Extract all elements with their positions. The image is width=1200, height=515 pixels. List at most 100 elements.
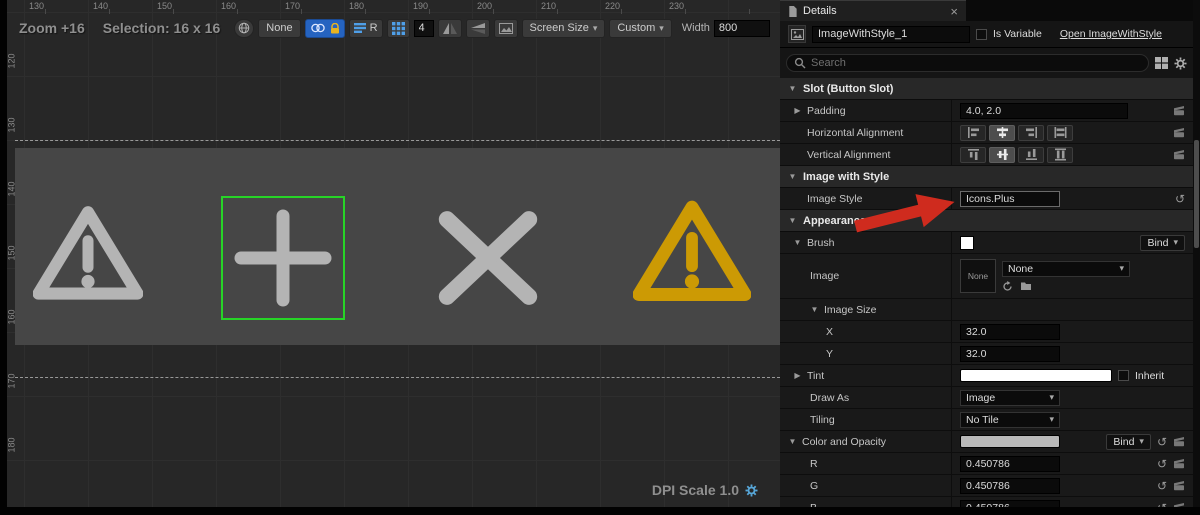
image-size-x-input[interactable] bbox=[960, 323, 1060, 340]
list-icon bbox=[353, 23, 366, 33]
width-label: Width bbox=[681, 22, 710, 34]
designer-viewport[interactable]: 130 140 150 160 170 180 190 200 210 220 … bbox=[7, 0, 780, 508]
keyframe-icon[interactable] bbox=[1173, 105, 1185, 116]
flags-none-button[interactable]: None bbox=[258, 18, 301, 38]
browse-to-asset-icon[interactable] bbox=[1020, 281, 1032, 291]
use-selected-asset-icon[interactable] bbox=[1002, 280, 1013, 292]
close-icon[interactable]: × bbox=[950, 5, 958, 18]
color-g-input[interactable] bbox=[960, 477, 1060, 494]
valign-bottom-button[interactable] bbox=[1018, 146, 1044, 163]
image-size-label: Image Size bbox=[824, 303, 877, 316]
asset-picker-dropdown[interactable]: None ▾ bbox=[1002, 260, 1130, 277]
custom-dropdown[interactable]: Custom ▾ bbox=[609, 18, 672, 38]
details-scrollbar-thumb[interactable] bbox=[1194, 140, 1199, 248]
grid-snap-button[interactable] bbox=[386, 18, 410, 38]
ruler-top-label: 200 bbox=[477, 1, 493, 11]
widget-name-input[interactable] bbox=[812, 25, 970, 43]
expander-open-icon[interactable]: ▼ bbox=[810, 305, 819, 314]
valign-label: Vertical Alignment bbox=[807, 148, 891, 161]
keyframe-icon[interactable] bbox=[1173, 458, 1185, 469]
tint-color-bar[interactable] bbox=[960, 369, 1112, 382]
category-image-with-style-header[interactable]: ▼ Image with Style bbox=[780, 166, 1193, 188]
localization-preview-button[interactable] bbox=[234, 18, 255, 38]
draw-as-dropdown[interactable]: Image ▾ bbox=[960, 389, 1060, 406]
designer-toolbar: Zoom +16 Selection: 16 x 16 None R 4 Scr… bbox=[19, 16, 780, 40]
image-style-input[interactable] bbox=[960, 190, 1060, 207]
expander-open-icon[interactable]: ▼ bbox=[788, 437, 797, 446]
asset-thumbnail[interactable]: None bbox=[960, 259, 996, 293]
plus-image-widget-selected[interactable] bbox=[233, 208, 333, 308]
flip-vertical-button[interactable] bbox=[465, 18, 490, 38]
expander-open-icon[interactable]: ▼ bbox=[788, 172, 797, 181]
grid-icon bbox=[391, 21, 405, 35]
color-r-input[interactable] bbox=[960, 455, 1060, 472]
valign-fill-button[interactable] bbox=[1047, 146, 1073, 163]
search-input[interactable] bbox=[811, 57, 1141, 69]
halign-center-button[interactable] bbox=[989, 124, 1015, 141]
is-variable-checkbox[interactable] bbox=[976, 28, 987, 40]
expander-closed-icon[interactable]: ▶ bbox=[793, 106, 802, 115]
reset-to-default-icon[interactable]: ↺ bbox=[1157, 480, 1167, 492]
keyframe-icon[interactable] bbox=[1173, 127, 1185, 138]
image-size-x-row: X bbox=[780, 321, 1193, 343]
keyframe-icon[interactable] bbox=[1173, 480, 1185, 491]
tab-details[interactable]: Details × bbox=[780, 0, 966, 21]
halign-left-button[interactable] bbox=[960, 124, 986, 141]
halign-fill-button[interactable] bbox=[1047, 124, 1073, 141]
search-box[interactable] bbox=[786, 54, 1149, 72]
reset-to-default-icon[interactable]: ↺ bbox=[1157, 436, 1167, 448]
zoom-label: Zoom +16 bbox=[19, 20, 85, 36]
r-label: R bbox=[810, 457, 818, 470]
image-label: Image bbox=[810, 270, 840, 282]
display-options-icon[interactable] bbox=[1155, 57, 1168, 69]
expander-open-icon[interactable]: ▼ bbox=[788, 216, 797, 225]
gear-icon[interactable] bbox=[745, 484, 758, 497]
image-style-row: Image Style ↺ bbox=[780, 188, 1193, 210]
tint-label: Tint bbox=[807, 369, 825, 382]
open-imagewithstyle-link[interactable]: Open ImageWithStyle bbox=[1060, 28, 1162, 40]
color-and-opacity-swatch[interactable] bbox=[960, 435, 1060, 448]
keyframe-icon[interactable] bbox=[1173, 436, 1185, 447]
brush-color-swatch[interactable] bbox=[960, 235, 974, 250]
category-appearance-header[interactable]: ▼ Appearance bbox=[780, 210, 1193, 232]
preview-image-button[interactable] bbox=[493, 18, 518, 38]
screen-size-dropdown[interactable]: Screen Size ▾ bbox=[521, 18, 606, 38]
align-top-icon bbox=[967, 149, 979, 160]
width-input[interactable] bbox=[713, 19, 770, 37]
grid-snap-size-input[interactable] bbox=[413, 19, 434, 37]
details-scrollbar-track[interactable] bbox=[1193, 0, 1200, 508]
halign-right-button[interactable] bbox=[1018, 124, 1044, 141]
reset-to-default-icon[interactable]: ↺ bbox=[1157, 458, 1167, 470]
image-size-y-input[interactable] bbox=[960, 345, 1060, 362]
ruler-top-label: 140 bbox=[93, 1, 109, 11]
x-label: X bbox=[826, 325, 834, 338]
halign-button-group bbox=[960, 124, 1073, 141]
annotation-arrow bbox=[854, 194, 955, 233]
valign-center-button[interactable] bbox=[989, 146, 1015, 163]
valign-button-group bbox=[960, 146, 1073, 163]
settings-gear-icon[interactable] bbox=[1174, 57, 1187, 70]
cross-image-widget[interactable] bbox=[429, 210, 547, 306]
brush-bind-button[interactable]: Bind ▾ bbox=[1140, 234, 1185, 251]
category-slot-header[interactable]: ▼ Slot (Button Slot) bbox=[780, 78, 1193, 100]
color-r-row: R ↺ bbox=[780, 453, 1193, 475]
inherit-checkbox[interactable] bbox=[1118, 370, 1129, 381]
expander-open-icon[interactable]: ▼ bbox=[793, 238, 802, 247]
valign-top-button[interactable] bbox=[960, 146, 986, 163]
tiling-dropdown[interactable]: No Tile ▾ bbox=[960, 411, 1060, 428]
ruler-horizontal: 130 140 150 160 170 180 190 200 210 220 … bbox=[21, 0, 780, 14]
flip-horizontal-icon bbox=[442, 22, 457, 34]
reset-to-default-icon[interactable]: ↺ bbox=[1175, 193, 1185, 205]
color-bind-button[interactable]: Bind ▾ bbox=[1106, 433, 1151, 450]
warning-yellow-image-widget[interactable] bbox=[633, 196, 751, 308]
rulers-toggle-button[interactable]: R bbox=[348, 18, 383, 38]
padding-input[interactable] bbox=[960, 102, 1128, 119]
selection-outline bbox=[221, 196, 345, 320]
ruler-top-label: 170 bbox=[285, 1, 301, 11]
expander-open-icon[interactable]: ▼ bbox=[788, 84, 797, 93]
flip-horizontal-button[interactable] bbox=[437, 18, 462, 38]
warning-image-widget[interactable] bbox=[33, 198, 143, 310]
keyframe-icon[interactable] bbox=[1173, 149, 1185, 160]
respect-locks-button[interactable] bbox=[304, 18, 345, 38]
expander-closed-icon[interactable]: ▶ bbox=[793, 371, 802, 380]
